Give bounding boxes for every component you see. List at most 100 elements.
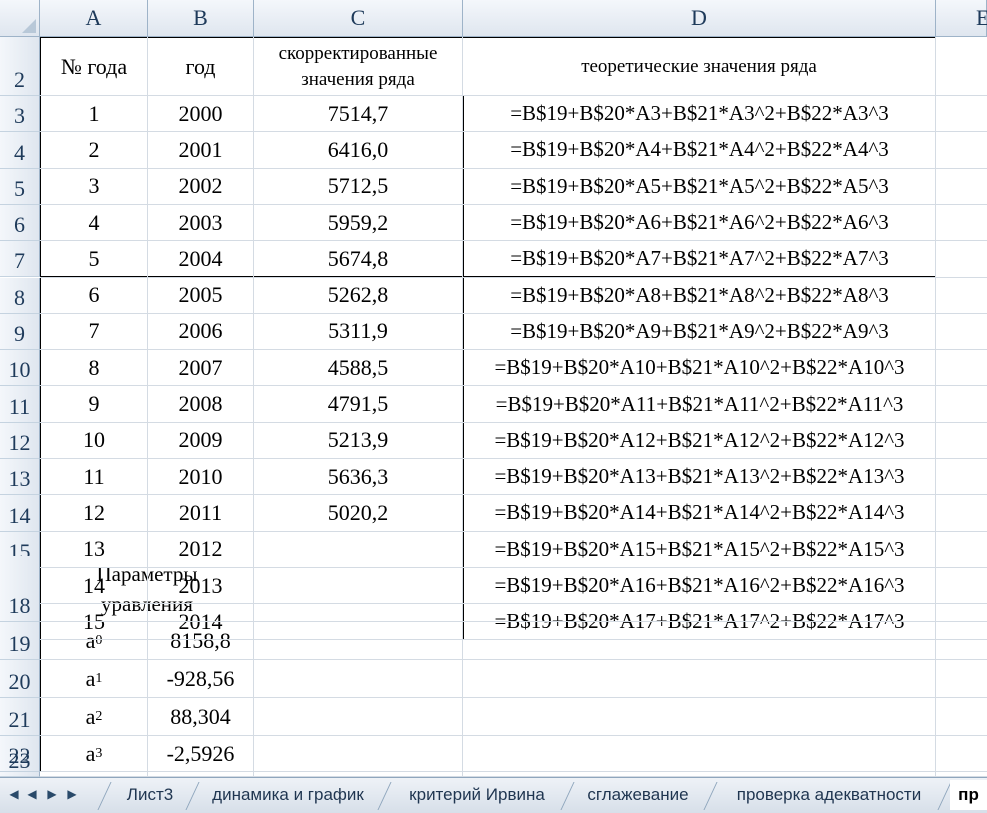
row-header-13[interactable]: 13 (0, 459, 40, 496)
tab-irwin-criterion[interactable]: критерий Ирвина (392, 780, 562, 810)
cell-formula[interactable]: =B$19+B$20*A15+B$21*A15^2+B$22*A15^3 (463, 531, 936, 568)
row-header-3[interactable]: 3 (0, 96, 40, 133)
cell-corrected-value[interactable] (254, 604, 463, 640)
cell-formula[interactable]: =B$19+B$20*A6+B$21*A6^2+B$22*A6^3 (463, 204, 936, 242)
next-sheet-icon[interactable]: ▶ (44, 784, 60, 804)
cell-corrected-value[interactable]: 5213,9 (254, 422, 463, 459)
tab-smoothing[interactable]: сглажевание (573, 780, 703, 810)
cell-formula[interactable]: =B$19+B$20*A9+B$21*A9^2+B$22*A9^3 (463, 313, 936, 351)
cell-year[interactable]: 2000 (148, 96, 254, 133)
cell-year[interactable]: 2005 (148, 277, 254, 314)
row-header-7[interactable]: 7 (0, 241, 40, 278)
cell-year[interactable]: 2003 (148, 204, 254, 242)
cell-year-number[interactable]: 4 (40, 204, 148, 242)
row-header-18[interactable]: 18 (0, 556, 40, 622)
cell-year-number[interactable]: 1 (40, 96, 148, 133)
cell-param-name[interactable]: a1 (40, 660, 148, 698)
cell-year-number[interactable]: 7 (40, 313, 148, 351)
cell-corrected-value[interactable]: 4791,5 (254, 386, 463, 423)
cell-a2[interactable]: № года (40, 37, 148, 96)
cell-corrected-value[interactable] (254, 568, 463, 604)
cell-formula[interactable]: =B$19+B$20*A10+B$21*A10^2+B$22*A10^3 (463, 350, 936, 387)
column-header-d[interactable]: D (463, 0, 936, 37)
prev-sheet-icon[interactable]: ◀ (24, 784, 40, 804)
cell-corrected-value[interactable]: 7514,7 (254, 96, 463, 133)
cell-corrected-value[interactable] (254, 532, 463, 568)
cell-formula[interactable]: =B$19+B$20*A17+B$21*A17^2+B$22*A17^3 (463, 604, 936, 641)
cell-year[interactable]: 2008 (148, 386, 254, 423)
cell-param-name[interactable]: a2 (40, 698, 148, 736)
row-header-5[interactable]: 5 (0, 168, 40, 205)
cell-year[interactable]: 2001 (148, 132, 254, 169)
cell-param-value[interactable]: 8158,8 (148, 622, 254, 660)
cell-year[interactable]: 2010 (148, 459, 254, 496)
cell-param-value[interactable]: -928,56 (148, 660, 254, 698)
cell-formula[interactable]: =B$19+B$20*A4+B$21*A4^2+B$22*A4^3 (463, 132, 936, 169)
cell-corrected-value[interactable]: 5959,2 (254, 204, 463, 242)
row-header-11[interactable]: 11 (0, 386, 40, 423)
cell-year[interactable]: 2011 (148, 495, 254, 532)
cell-c2[interactable]: скорректированные значения ряда (254, 37, 463, 96)
cell-formula[interactable]: =B$19+B$20*A16+B$21*A16^2+B$22*A16^3 (463, 567, 936, 605)
row-header-14[interactable]: 14 (0, 495, 40, 532)
cell-formula[interactable]: =B$19+B$20*A8+B$21*A8^2+B$22*A8^3 (463, 277, 936, 314)
cell-year-number[interactable]: 3 (40, 168, 148, 205)
cell-year-number[interactable]: 11 (40, 459, 148, 496)
cell-year[interactable]: 2002 (148, 168, 254, 205)
cell-param-name[interactable]: a0 (40, 622, 148, 660)
tab-list3[interactable]: Лист3 (110, 780, 190, 810)
cell-year[interactable]: 2007 (148, 350, 254, 387)
cell-formula[interactable]: =B$19+B$20*A5+B$21*A5^2+B$22*A5^3 (463, 168, 936, 205)
cell-year-number[interactable]: 12 (40, 495, 148, 532)
cell-formula[interactable]: =B$19+B$20*A7+B$21*A7^2+B$22*A7^3 (463, 241, 936, 278)
cell-formula[interactable]: =B$19+B$20*A12+B$21*A12^2+B$22*A12^3 (463, 422, 936, 459)
cell-corrected-value[interactable]: 5712,5 (254, 168, 463, 205)
cell-corrected-value[interactable]: 5636,3 (254, 459, 463, 496)
column-header-c[interactable]: C (254, 0, 463, 37)
row-header-2[interactable]: 2 (0, 37, 40, 96)
cell-corrected-value[interactable]: 5020,2 (254, 495, 463, 532)
tab-dynamics-chart[interactable]: динамика и график (196, 780, 380, 810)
row-header-9[interactable]: 9 (0, 313, 40, 351)
cell-year[interactable]: 2006 (148, 313, 254, 351)
row-header-6[interactable]: 6 (0, 204, 40, 242)
cell-formula[interactable]: =B$19+B$20*A14+B$21*A14^2+B$22*A14^3 (463, 495, 936, 532)
row-header-12[interactable]: 12 (0, 422, 40, 459)
cell-corrected-value[interactable]: 5262,8 (254, 277, 463, 314)
cell-formula[interactable]: =B$19+B$20*A3+B$21*A3^2+B$22*A3^3 (463, 96, 936, 133)
cell-formula[interactable]: =B$19+B$20*A11+B$21*A11^2+B$22*A11^3 (463, 386, 936, 423)
row-header-20[interactable]: 20 (0, 660, 40, 698)
tab-active[interactable]: пр (950, 780, 987, 810)
cell-year[interactable]: 2009 (148, 422, 254, 459)
row-header-4[interactable]: 4 (0, 132, 40, 169)
cell-d2[interactable]: теоретические значения ряда (463, 37, 936, 96)
cell-b2[interactable]: год (148, 37, 254, 96)
cell-corrected-value[interactable]: 6416,0 (254, 132, 463, 169)
cell-param-value[interactable]: 88,304 (148, 698, 254, 736)
cell-year-number[interactable]: 9 (40, 386, 148, 423)
cell-year-number[interactable]: 5 (40, 241, 148, 278)
row-header-10[interactable]: 10 (0, 350, 40, 387)
cell-formula[interactable]: =B$19+B$20*A13+B$21*A13^2+B$22*A13^3 (463, 459, 936, 496)
cell-year-number[interactable]: 2 (40, 132, 148, 169)
row-header-8[interactable]: 8 (0, 277, 40, 314)
cell-year-number[interactable]: 6 (40, 277, 148, 314)
column-header-a[interactable]: A (40, 0, 148, 37)
row-header-21[interactable]: 21 (0, 698, 40, 736)
first-sheet-icon[interactable]: ◀​ (6, 784, 22, 804)
cell-corrected-value[interactable]: 5674,8 (254, 241, 463, 278)
tab-adequacy-check[interactable]: проверка адекватности (718, 780, 940, 810)
cell-year-number[interactable]: 8 (40, 350, 148, 387)
cell-corrected-value[interactable]: 5311,9 (254, 313, 463, 351)
cell-param-name[interactable]: a3 (40, 736, 148, 772)
select-all-corner[interactable] (0, 0, 40, 37)
column-header-b[interactable]: B (148, 0, 254, 37)
row-header-19[interactable]: 19 (0, 622, 40, 660)
row-header-23[interactable]: 23 (0, 748, 40, 777)
cell-year[interactable]: 2004 (148, 241, 254, 278)
cell-corrected-value[interactable]: 4588,5 (254, 350, 463, 387)
last-sheet-icon[interactable]: ▶​ (64, 784, 80, 804)
column-header-e[interactable]: E (936, 0, 987, 37)
cell-year-number[interactable]: 10 (40, 422, 148, 459)
cell-param-value[interactable]: -2,5926 (148, 736, 254, 772)
